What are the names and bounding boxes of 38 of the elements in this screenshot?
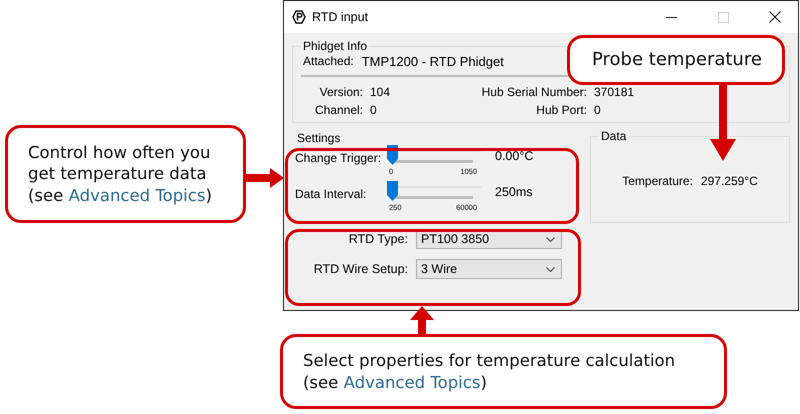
close-icon — [769, 11, 781, 23]
group-title: Data — [600, 129, 628, 143]
callout-text: Control how often you get temperature data (see Advanced Topics) — [28, 142, 213, 206]
slider[interactable] — [387, 145, 481, 167]
attached-label: Attached: — [303, 54, 354, 69]
slider-thumb[interactable] — [387, 181, 398, 201]
dropdown-label: RTD Wire Setup: — [312, 262, 409, 276]
chevron-icon — [546, 236, 555, 242]
attached-value: TMP1200 - RTD Phidget — [362, 54, 504, 69]
info-value: 104 — [370, 85, 392, 99]
minimize-icon — [666, 16, 676, 18]
info-value: 0 — [594, 103, 602, 117]
slider-label: Change Trigger: — [295, 150, 382, 165]
dropdown[interactable]: 3 Wire — [416, 259, 562, 279]
group-title: Settings — [296, 131, 342, 145]
window-title: RTD input — [312, 10, 368, 24]
info-label: Channel: — [314, 103, 363, 117]
info-label: Version: — [318, 85, 363, 99]
maximize-icon — [718, 12, 728, 22]
slider-thumb[interactable] — [387, 145, 398, 165]
info-value: 370181 — [594, 85, 636, 99]
temperature-value: 297.259°C — [700, 174, 758, 188]
slider-reading: 250ms — [495, 184, 533, 199]
slider[interactable] — [387, 181, 481, 203]
advanced-topics-link[interactable]: Advanced Topics — [68, 186, 206, 205]
info-label: Hub Serial Number: — [480, 85, 587, 99]
group-title: Phidget Info — [302, 39, 368, 53]
slider-label: Data Interval: — [295, 186, 368, 201]
dropdown-label: RTD Type: — [348, 232, 409, 246]
slider-reading: 0.00°C — [495, 148, 534, 163]
callout-text: Probe temperature — [592, 48, 762, 72]
chevron-icon — [546, 266, 555, 272]
temperature-label: Temperature: — [622, 174, 693, 188]
phidget-logo-icon — [292, 10, 306, 24]
advanced-topics-link[interactable]: Advanced Topics — [344, 372, 480, 392]
info-value: 0 — [370, 103, 378, 117]
info-label: Hub Port: — [535, 103, 587, 117]
callout-text: Select properties for temperature calculation (see Advanced Topics) — [303, 350, 676, 393]
